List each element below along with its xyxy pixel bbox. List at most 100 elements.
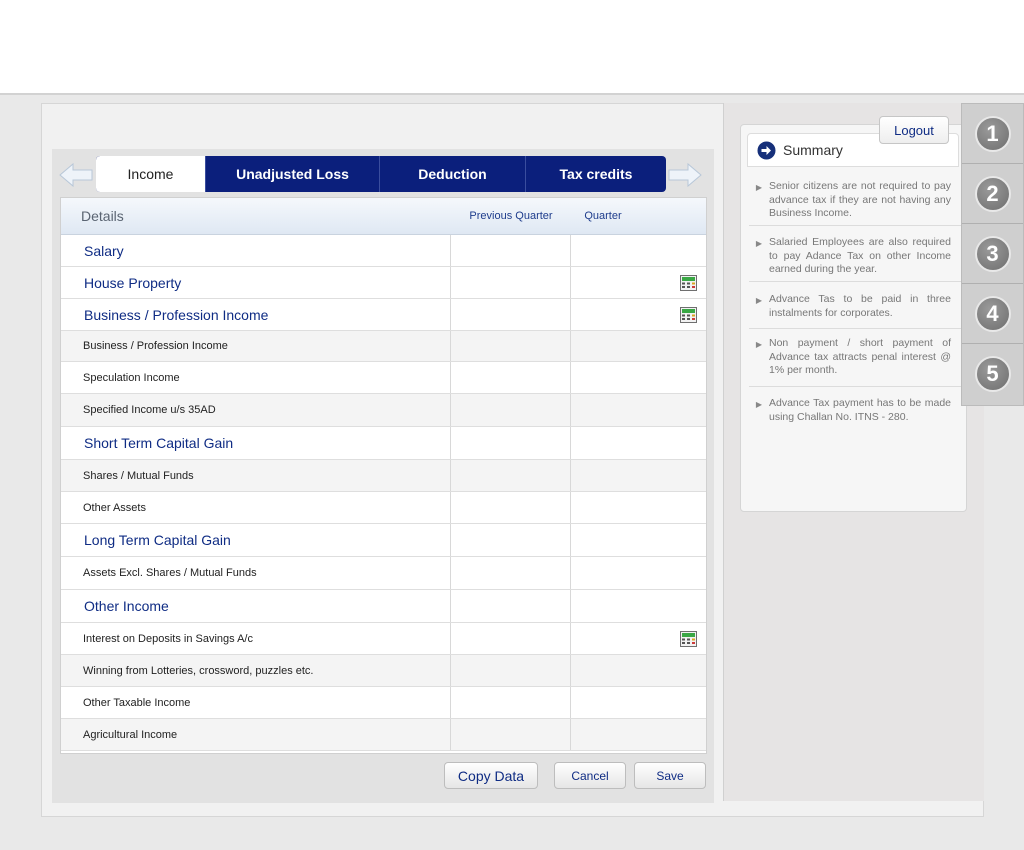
- step-number: 4: [974, 295, 1011, 332]
- item-label: Agricultural Income: [83, 728, 178, 741]
- calculator-icon[interactable]: [680, 630, 697, 647]
- previous-quarter-cell[interactable]: [451, 524, 571, 556]
- logout-button[interactable]: Logout: [879, 116, 949, 144]
- previous-quarter-cell[interactable]: [451, 235, 571, 266]
- row-label-cell: Interest on Deposits in Savings A/c: [61, 623, 451, 654]
- step-number: 2: [974, 175, 1011, 212]
- table-row: Other Taxable Income: [61, 687, 706, 719]
- quarter-cell[interactable]: [571, 460, 706, 491]
- row-label-cell: Salary: [61, 235, 451, 266]
- quarter-cell[interactable]: [571, 235, 706, 266]
- tip-text: Non payment / short payment of Advance t…: [769, 337, 951, 376]
- table-row: Agricultural Income: [61, 719, 706, 751]
- previous-quarter-cell[interactable]: [451, 267, 571, 298]
- table-row: Interest on Deposits in Savings A/c: [61, 623, 706, 655]
- summary-tip: ▶ Senior citizens are not required to pa…: [749, 180, 961, 226]
- step-number: 3: [974, 235, 1011, 272]
- item-label: Specified Income u/s 35AD: [83, 404, 216, 416]
- step-2[interactable]: 2: [962, 164, 1023, 224]
- item-label: Other Assets: [83, 501, 146, 514]
- quarter-cell[interactable]: [571, 492, 706, 523]
- previous-quarter-cell[interactable]: [451, 427, 571, 459]
- header-previous-quarter: Previous Quarter: [469, 210, 553, 222]
- save-button[interactable]: Save: [634, 762, 706, 789]
- tip-text: Advance Tax payment has to be made using…: [769, 397, 951, 423]
- previous-quarter-cell[interactable]: [451, 623, 571, 654]
- previous-quarter-cell[interactable]: [451, 655, 571, 686]
- summary-tip: ▶ Advance Tax payment has to be made usi…: [749, 397, 961, 437]
- bullet-icon: ▶: [755, 340, 763, 349]
- quarter-cell[interactable]: [571, 687, 706, 718]
- row-label-cell: Speculation Income: [61, 362, 451, 393]
- previous-quarter-cell[interactable]: [451, 590, 571, 622]
- tab-deduction[interactable]: Deduction: [380, 156, 526, 192]
- table-row: Salary: [61, 235, 706, 267]
- table-body: Salary House Property Business / Professio…: [61, 235, 706, 751]
- quarter-cell[interactable]: [571, 590, 706, 622]
- tab-income[interactable]: Income: [96, 156, 206, 192]
- calculator-icon[interactable]: [680, 306, 697, 323]
- previous-quarter-cell[interactable]: [451, 719, 571, 750]
- row-label-cell: Shares / Mutual Funds: [61, 460, 451, 491]
- quarter-cell[interactable]: [571, 719, 706, 750]
- summary-title: Summary: [783, 142, 843, 158]
- table-header: Details Previous Quarter Quarter: [61, 198, 706, 235]
- quarter-cell[interactable]: [571, 362, 706, 393]
- table-row: Long Term Capital Gain: [61, 524, 706, 557]
- section-label: Business / Profession Income: [84, 306, 269, 323]
- top-banner: [0, 0, 1024, 95]
- previous-quarter-cell[interactable]: [451, 492, 571, 523]
- quarter-cell[interactable]: [571, 331, 706, 361]
- tip-text: Senior citizens are not required to pay …: [769, 180, 951, 219]
- table-row: Business / Profession Income: [61, 331, 706, 362]
- row-label-cell: Other Income: [61, 590, 451, 622]
- section-label: Other Income: [84, 598, 169, 614]
- copy-data-button[interactable]: Copy Data: [444, 762, 538, 789]
- previous-quarter-cell[interactable]: [451, 394, 571, 426]
- cancel-button[interactable]: Cancel: [554, 762, 626, 789]
- quarter-cell[interactable]: [571, 427, 706, 459]
- row-label-cell: Business / Profession Income: [61, 331, 451, 361]
- table-row: Other Income: [61, 590, 706, 623]
- calculator-icon[interactable]: [680, 274, 697, 291]
- previous-arrow-icon[interactable]: [59, 162, 93, 188]
- previous-quarter-cell[interactable]: [451, 557, 571, 589]
- tab-tax-credits[interactable]: Tax credits: [526, 156, 666, 192]
- row-label-cell: Agricultural Income: [61, 719, 451, 750]
- item-label: Assets Excl. Shares / Mutual Funds: [83, 567, 257, 579]
- step-1[interactable]: 1: [962, 104, 1023, 164]
- summary-panel: Summary ▶ Senior citizens are not requir…: [740, 124, 967, 512]
- step-4[interactable]: 4: [962, 284, 1023, 344]
- quarter-cell[interactable]: [571, 394, 706, 426]
- step-3[interactable]: 3: [962, 224, 1023, 284]
- table-row: Short Term Capital Gain: [61, 427, 706, 460]
- quarter-cell[interactable]: [571, 655, 706, 686]
- bullet-icon: ▶: [755, 183, 763, 192]
- next-arrow-icon[interactable]: [668, 162, 702, 188]
- row-label-cell: Specified Income u/s 35AD: [61, 394, 451, 426]
- item-label: Winning from Lotteries, crossword, puzzl…: [83, 664, 314, 677]
- quarter-cell[interactable]: [571, 267, 706, 298]
- quarter-cell[interactable]: [571, 524, 706, 556]
- row-label-cell: Winning from Lotteries, crossword, puzzl…: [61, 655, 451, 686]
- bullet-icon: ▶: [755, 239, 763, 248]
- summary-tip: ▶ Non payment / short payment of Advance…: [749, 337, 961, 387]
- previous-quarter-cell[interactable]: [451, 299, 571, 330]
- table-row: Winning from Lotteries, crossword, puzzl…: [61, 655, 706, 687]
- header-quarter: Quarter: [584, 210, 622, 222]
- header-details: Details: [81, 208, 124, 224]
- previous-quarter-cell[interactable]: [451, 687, 571, 718]
- quarter-cell[interactable]: [571, 299, 706, 330]
- previous-quarter-cell[interactable]: [451, 331, 571, 361]
- item-label: Other Taxable Income: [83, 696, 191, 709]
- tab-unadjusted-loss[interactable]: Unadjusted Loss: [206, 156, 380, 192]
- row-label-cell: Long Term Capital Gain: [61, 524, 451, 556]
- section-label: Salary: [84, 242, 124, 259]
- quarter-cell[interactable]: [571, 557, 706, 589]
- table-row: Business / Profession Income: [61, 299, 706, 331]
- previous-quarter-cell[interactable]: [451, 362, 571, 393]
- quarter-cell[interactable]: [571, 623, 706, 654]
- previous-quarter-cell[interactable]: [451, 460, 571, 491]
- income-table: Details Previous Quarter Quarter Salary H…: [60, 197, 707, 754]
- step-5[interactable]: 5: [962, 344, 1023, 404]
